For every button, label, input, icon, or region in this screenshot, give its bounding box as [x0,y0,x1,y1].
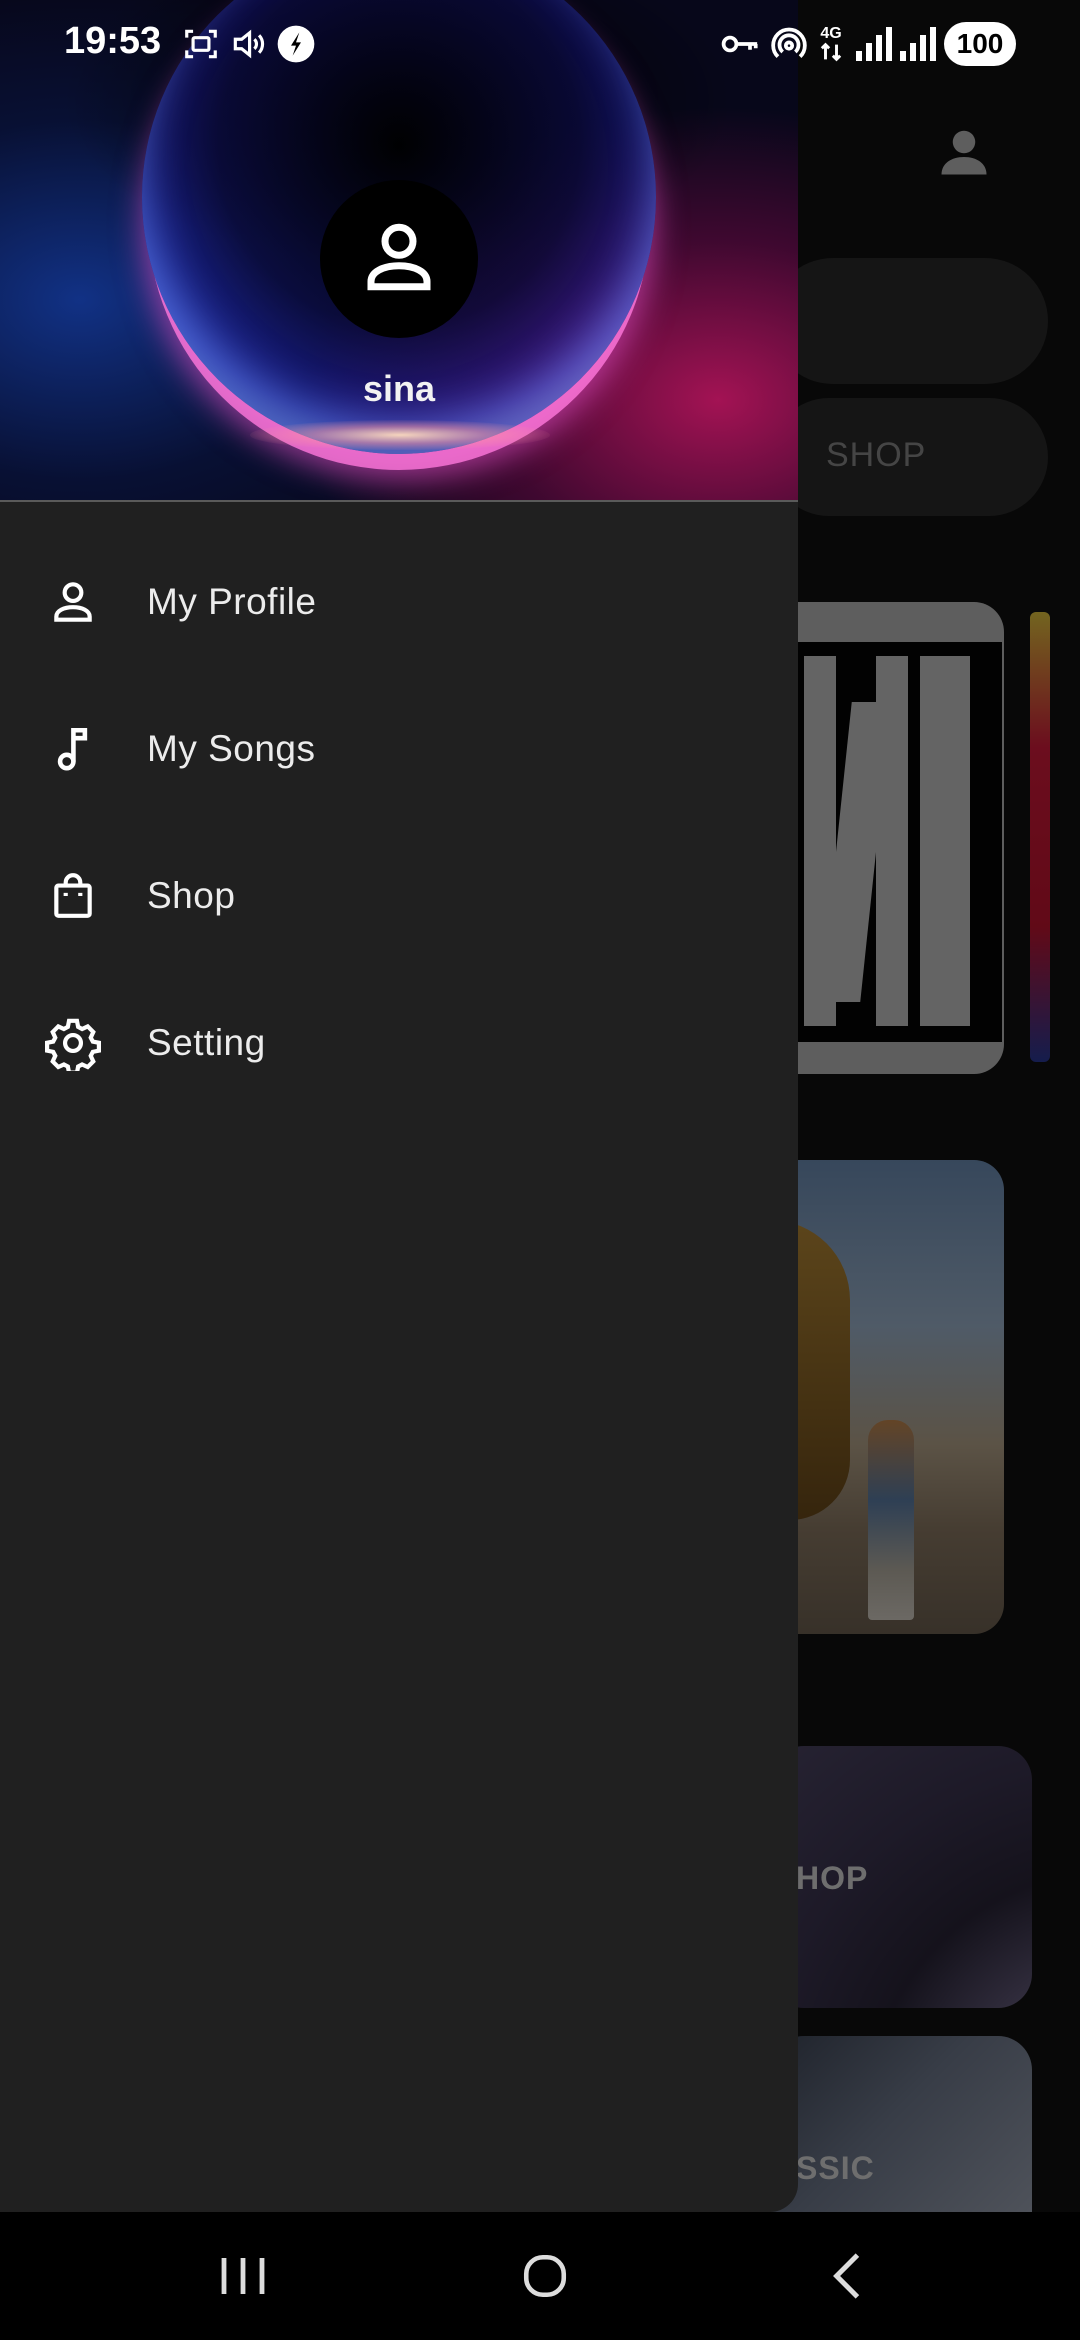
clock: 19:53 [64,20,162,62]
music-note-icon [44,720,102,778]
person-icon [44,573,102,631]
vibrate-icon [228,24,268,64]
data-arrows-icon: 4G [820,24,842,64]
status-bar: 19:53 4G 100 [0,0,1080,90]
menu-item-label: Shop [147,874,236,916]
recent-apps-icon[interactable] [198,2236,288,2316]
drawer-menu: My Profile My Songs Shop Setting [0,528,798,1116]
username: sina [362,368,436,409]
shopping-bag-icon [44,867,102,925]
hotspot-icon [770,24,808,64]
app-notification-icon [276,24,316,64]
navigation-drawer: sina My Profile My Songs Shop Setting [0,0,798,2212]
person-icon [357,215,441,304]
signal-icon [856,24,892,64]
menu-item-label: Setting [147,1021,266,1063]
divider [0,500,798,502]
battery-icon: 100 [944,22,1016,66]
menu-item-shop[interactable]: Shop [0,822,798,969]
menu-item-setting[interactable]: Setting [0,969,798,1116]
signal-icon [900,24,936,64]
screenshot-icon [182,24,220,64]
menu-item-my-songs[interactable]: My Songs [0,675,798,822]
vpn-key-icon [720,24,760,64]
back-icon[interactable] [802,2236,892,2316]
system-nav-bar [0,2212,1080,2340]
menu-item-label: My Profile [147,580,317,622]
home-icon[interactable] [500,2236,590,2316]
gear-icon [44,1014,102,1072]
menu-item-my-profile[interactable]: My Profile [0,528,798,675]
network-type: 4G [820,25,842,42]
menu-item-label: My Songs [147,727,316,769]
avatar[interactable] [320,180,478,338]
